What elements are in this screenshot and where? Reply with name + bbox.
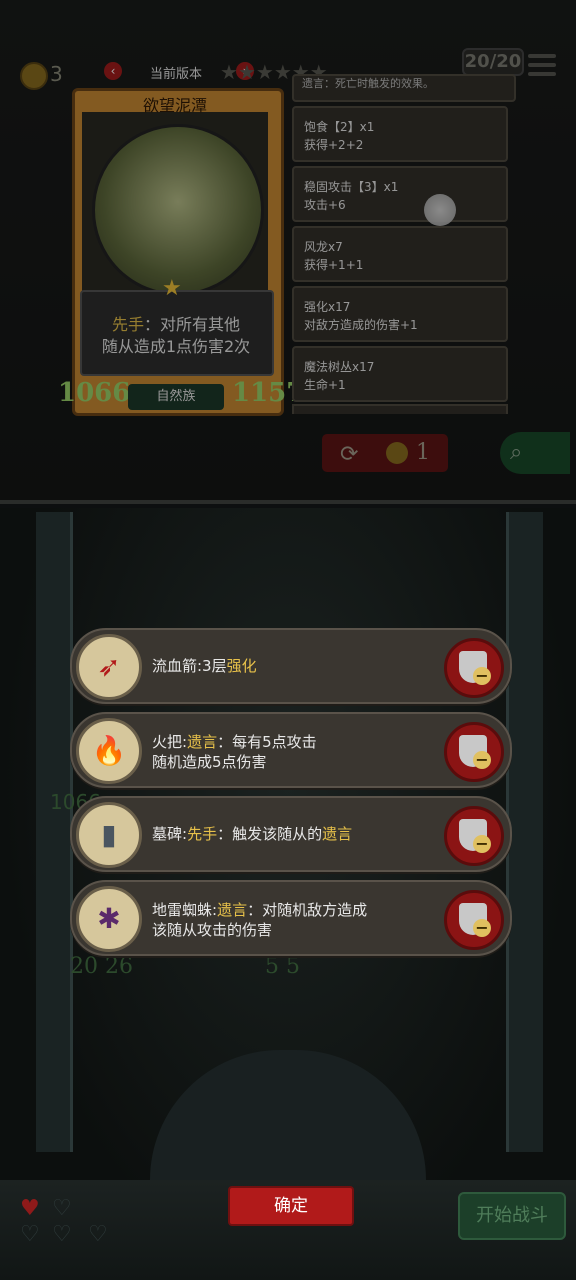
effect-keyword: 遗言 [217, 901, 248, 919]
dim-overlay [0, 0, 576, 500]
spider-icon: ✱ [76, 886, 142, 952]
minus-icon: − [473, 835, 491, 853]
effect-item: 🔥 火把:遗言：每有5点攻击随机造成5点伤害 − [70, 712, 512, 788]
effect-name: 墓碑: [152, 825, 188, 843]
effect-text: 墓碑:先手：触发该随从的遗言 [152, 824, 412, 844]
remove-effect-button[interactable]: − [444, 722, 504, 782]
effect-item: ➶ 流血箭:3层强化 − [70, 628, 512, 704]
background-stat: 5 5 [265, 954, 300, 979]
heart-icon: ♡ [88, 1222, 108, 1247]
heart-icon: ♡ [20, 1222, 40, 1247]
heart-icon: ♡ [52, 1222, 72, 1247]
bleeding-arrow-icon: ➶ [76, 634, 142, 700]
effect-desc-line2: 随机造成5点伤害 [152, 753, 267, 771]
effect-name: 火把: [152, 733, 188, 751]
effect-keyword: 强化 [226, 657, 257, 675]
remove-effect-button[interactable]: − [444, 638, 504, 698]
remove-effect-button[interactable]: − [444, 890, 504, 950]
effect-text: 流血箭:3层强化 [152, 656, 412, 676]
heart-icon: ♥ [20, 1196, 40, 1221]
minus-icon: − [473, 667, 491, 685]
effect-keyword: 遗言 [187, 733, 218, 751]
tombstone-icon: ▮ [76, 802, 142, 868]
heart-icon: ♡ [52, 1196, 72, 1221]
effect-text: 地雷蜘蛛:遗言：对随机敌方造成该随从攻击的伤害 [152, 900, 412, 940]
background-stat: 20 26 [70, 954, 133, 979]
effect-keyword: 遗言 [322, 825, 353, 843]
effect-name: 流血箭:3层 [152, 657, 227, 675]
confirm-button[interactable]: 确定 [228, 1186, 354, 1226]
torch-icon: 🔥 [76, 718, 142, 784]
board-frame-left [36, 512, 73, 1152]
effect-text: 火把:遗言：每有5点攻击随机造成5点伤害 [152, 732, 412, 772]
effect-desc: ：触发该随从的 [217, 825, 323, 843]
effect-item: ▮ 墓碑:先手：触发该随从的遗言 − [70, 796, 512, 872]
effect-name: 地雷蜘蛛: [152, 901, 218, 919]
remove-effect-button[interactable]: − [444, 806, 504, 866]
effect-desc: ：对随机敌方造成 [247, 901, 368, 919]
minus-icon: − [473, 751, 491, 769]
minus-icon: − [473, 919, 491, 937]
effect-desc: ：每有5点攻击 [217, 733, 317, 751]
effect-item: ✱ 地雷蜘蛛:遗言：对随机敌方造成该随从攻击的伤害 − [70, 880, 512, 956]
start-battle-button[interactable]: 开始战斗 [458, 1192, 566, 1240]
effect-desc-line2: 该随从攻击的伤害 [152, 921, 273, 939]
effect-keyword: 先手 [187, 825, 218, 843]
